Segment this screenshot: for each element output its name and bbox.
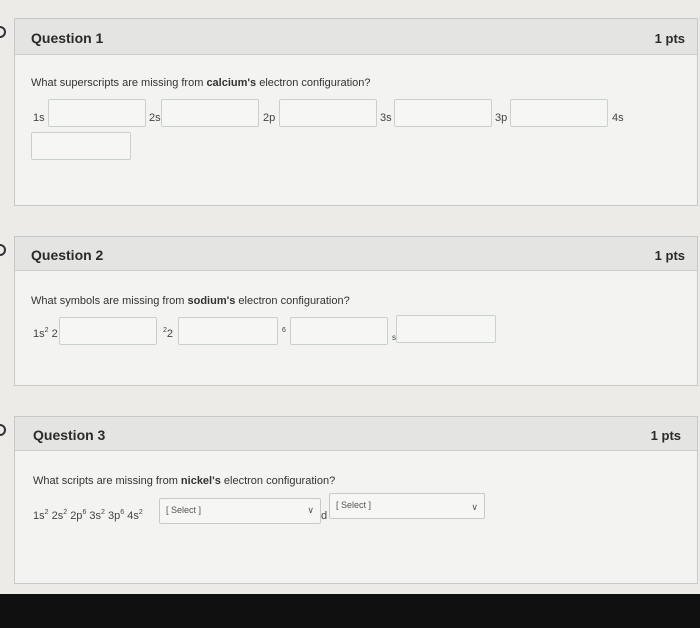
- question-3-card: Question 3 1 pts What scripts are missin…: [14, 416, 698, 584]
- superscript-input-3p[interactable]: [510, 99, 608, 127]
- screen-bottom-bezel: [0, 594, 700, 628]
- symbol-input-2[interactable]: [178, 317, 278, 345]
- nickel-configuration: 1s2 2s2 2p6 3s2 3p6 4s2: [33, 509, 143, 522]
- question-1-title: Question 1: [31, 30, 104, 46]
- superscript-input-4s[interactable]: [31, 132, 131, 160]
- chevron-right-icon: [0, 424, 6, 436]
- question-1-header: Question 1 1 pts: [15, 19, 697, 55]
- symbol-input-3[interactable]: [290, 317, 388, 345]
- question-3-title: Question 3: [33, 427, 106, 443]
- chevron-right-icon: [0, 26, 6, 38]
- orbital-label-3p: 3p: [495, 112, 508, 124]
- symbol-input-1[interactable]: [59, 317, 157, 345]
- question-2-header: Question 2 1 pts: [15, 237, 697, 271]
- select-1-value: [ Select ]: [166, 505, 202, 515]
- symbol-input-4[interactable]: [396, 315, 496, 343]
- orbital-label-1s: 1s: [33, 112, 45, 124]
- superscript-input-3s[interactable]: [394, 99, 492, 127]
- chevron-right-icon: [0, 244, 6, 256]
- select-dropdown-2[interactable]: [ Select ] ∨: [329, 493, 485, 519]
- chevron-down-icon: ∨: [471, 502, 478, 512]
- question-2-title: Question 2: [31, 247, 104, 263]
- orbital-label-2s: 2s: [149, 112, 161, 124]
- question-1-card: Question 1 1 pts What superscripts are m…: [14, 18, 698, 206]
- question-3-header: Question 3 1 pts: [15, 417, 697, 451]
- chevron-down-icon: ∨: [307, 505, 314, 515]
- superscript-input-2p[interactable]: [279, 99, 377, 127]
- orbital-label-2p: 2p: [263, 112, 276, 124]
- question-3-points: 1 pts: [650, 428, 681, 443]
- d-label: d: [321, 510, 328, 522]
- superscript-input-1s[interactable]: [48, 99, 146, 127]
- config-segment-3: 6: [282, 327, 286, 334]
- question-2-prompt: What symbols are missing from sodium's e…: [31, 295, 350, 307]
- question-1-prompt: What superscripts are missing from calci…: [31, 77, 371, 89]
- config-segment-2: 22: [163, 327, 174, 340]
- orbital-label-4s: 4s: [612, 112, 624, 124]
- select-dropdown-1[interactable]: [ Select ] ∨: [159, 498, 321, 524]
- question-2-points: 1 pts: [654, 248, 685, 263]
- orbital-label-3s: 3s: [380, 112, 392, 124]
- question-1-points: 1 pts: [654, 31, 685, 46]
- config-segment-1: 1s2 2: [33, 327, 58, 340]
- superscript-input-2s[interactable]: [161, 99, 259, 127]
- question-3-prompt: What scripts are missing from nickel's e…: [33, 475, 336, 487]
- select-2-value: [ Select ]: [336, 500, 372, 510]
- question-2-card: Question 2 1 pts What symbols are missin…: [14, 236, 698, 386]
